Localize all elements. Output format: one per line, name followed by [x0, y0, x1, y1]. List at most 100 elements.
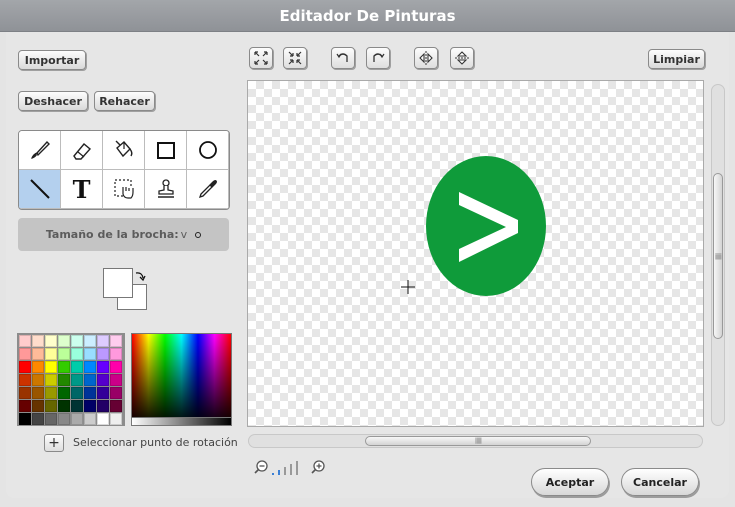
palette-swatch[interactable] — [97, 413, 109, 425]
stamp-tool[interactable] — [145, 170, 187, 209]
palette-swatch[interactable] — [71, 361, 83, 373]
palette-swatch[interactable] — [84, 361, 96, 373]
zoom-control[interactable] — [254, 458, 334, 478]
palette-swatch[interactable] — [32, 348, 44, 360]
grow-button[interactable] — [249, 47, 273, 69]
palette-swatch[interactable] — [110, 348, 122, 360]
palette-swatch[interactable] — [19, 374, 31, 386]
rotate-left-button[interactable] — [331, 47, 355, 69]
flip-vertical-button[interactable] — [450, 47, 474, 69]
palette-swatch[interactable] — [110, 400, 122, 412]
palette-swatch[interactable] — [58, 387, 70, 399]
palette-swatch[interactable] — [45, 413, 57, 425]
palette-swatch[interactable] — [32, 400, 44, 412]
clear-button[interactable]: Limpiar — [648, 49, 705, 69]
palette-swatch[interactable] — [58, 361, 70, 373]
brush-size-control[interactable]: Tamaño de la brocha: v — [18, 218, 229, 251]
palette-swatch[interactable] — [71, 348, 83, 360]
palette-swatch[interactable] — [45, 348, 57, 360]
palette-swatch[interactable] — [19, 361, 31, 373]
palette-swatch[interactable] — [45, 387, 57, 399]
palette-swatch[interactable] — [45, 335, 57, 347]
palette-swatch[interactable] — [84, 400, 96, 412]
palette-swatch[interactable] — [58, 335, 70, 347]
palette-swatch[interactable] — [97, 348, 109, 360]
palette-swatch[interactable] — [110, 361, 122, 373]
rectangle-tool[interactable] — [145, 131, 187, 170]
palette-swatch[interactable] — [110, 335, 122, 347]
horizontal-scroll-thumb[interactable]: |||||| — [365, 436, 591, 446]
palette-swatch[interactable] — [84, 387, 96, 399]
line-tool[interactable] — [19, 170, 61, 209]
palette-swatch[interactable] — [58, 400, 70, 412]
ellipse-tool[interactable] — [187, 131, 229, 170]
palette-swatch[interactable] — [71, 387, 83, 399]
text-icon: T — [72, 174, 91, 204]
zoom-in-icon[interactable] — [311, 460, 325, 474]
palette-swatch[interactable] — [97, 361, 109, 373]
text-tool[interactable]: T — [61, 170, 103, 209]
palette-swatch[interactable] — [45, 400, 57, 412]
palette-swatch[interactable] — [32, 387, 44, 399]
palette-swatch[interactable] — [19, 413, 31, 425]
palette-swatch[interactable] — [19, 400, 31, 412]
paintbrush-icon — [30, 140, 50, 159]
flip-horizontal-button[interactable] — [414, 47, 438, 69]
palette-swatch[interactable] — [84, 374, 96, 386]
palette-swatch[interactable] — [71, 335, 83, 347]
import-button[interactable]: Importar — [18, 50, 86, 70]
drawing-canvas[interactable] — [247, 80, 704, 427]
brush-size-preview — [195, 231, 202, 238]
palette-swatch[interactable] — [58, 348, 70, 360]
rotate-right-button[interactable] — [366, 47, 390, 69]
color-swatches[interactable] — [103, 268, 149, 312]
palette-swatch[interactable] — [97, 335, 109, 347]
redo-button[interactable]: Rehacer — [94, 91, 155, 111]
set-rotation-center-button[interactable]: + — [44, 434, 64, 452]
undo-button[interactable]: Deshacer — [18, 91, 88, 111]
fill-tool[interactable] — [103, 131, 145, 170]
grayscale-picker[interactable] — [131, 417, 232, 426]
eraser-tool[interactable] — [61, 131, 103, 170]
palette-swatch[interactable] — [84, 348, 96, 360]
rotate-ccw-icon — [336, 53, 348, 62]
vertical-scrollbar[interactable]: |||||| — [711, 84, 725, 426]
horizontal-scrollbar[interactable]: |||||| — [248, 434, 703, 448]
palette-swatch[interactable] — [19, 387, 31, 399]
palette-swatch[interactable] — [32, 335, 44, 347]
swap-colors-icon[interactable] — [134, 270, 146, 282]
stamp-icon — [157, 179, 174, 198]
palette-swatch[interactable] — [32, 374, 44, 386]
palette-swatch[interactable] — [71, 413, 83, 425]
palette-swatch[interactable] — [58, 374, 70, 386]
palette-swatch[interactable] — [110, 387, 122, 399]
color-spectrum-picker[interactable] — [131, 333, 232, 426]
palette-swatch[interactable] — [110, 413, 122, 425]
palette-swatch[interactable] — [97, 400, 109, 412]
zoom-out-icon[interactable] — [254, 460, 268, 474]
rotate-cw-icon — [373, 53, 385, 62]
palette-swatch[interactable] — [97, 387, 109, 399]
palette-swatch[interactable] — [32, 413, 44, 425]
palette-swatch[interactable] — [45, 361, 57, 373]
palette-swatch[interactable] — [19, 348, 31, 360]
palette-swatch[interactable] — [71, 374, 83, 386]
cancel-button[interactable]: Cancelar — [621, 468, 699, 496]
palette-swatch[interactable] — [71, 400, 83, 412]
palette-swatch[interactable] — [32, 361, 44, 373]
palette-swatch[interactable] — [97, 374, 109, 386]
palette-swatch[interactable] — [19, 335, 31, 347]
select-tool[interactable] — [103, 170, 145, 209]
palette-swatch[interactable] — [45, 374, 57, 386]
palette-swatch[interactable] — [58, 413, 70, 425]
eyedropper-tool[interactable] — [187, 170, 229, 209]
accept-button[interactable]: Aceptar — [531, 468, 609, 496]
palette-swatch[interactable] — [84, 413, 96, 425]
vertical-scroll-thumb[interactable]: |||||| — [713, 173, 723, 339]
shrink-icon — [288, 51, 302, 65]
shrink-button[interactable] — [283, 47, 307, 69]
palette-swatch[interactable] — [110, 374, 122, 386]
palette-swatch[interactable] — [84, 335, 96, 347]
foreground-color-swatch[interactable] — [103, 268, 133, 298]
paintbrush-tool[interactable] — [19, 131, 61, 170]
